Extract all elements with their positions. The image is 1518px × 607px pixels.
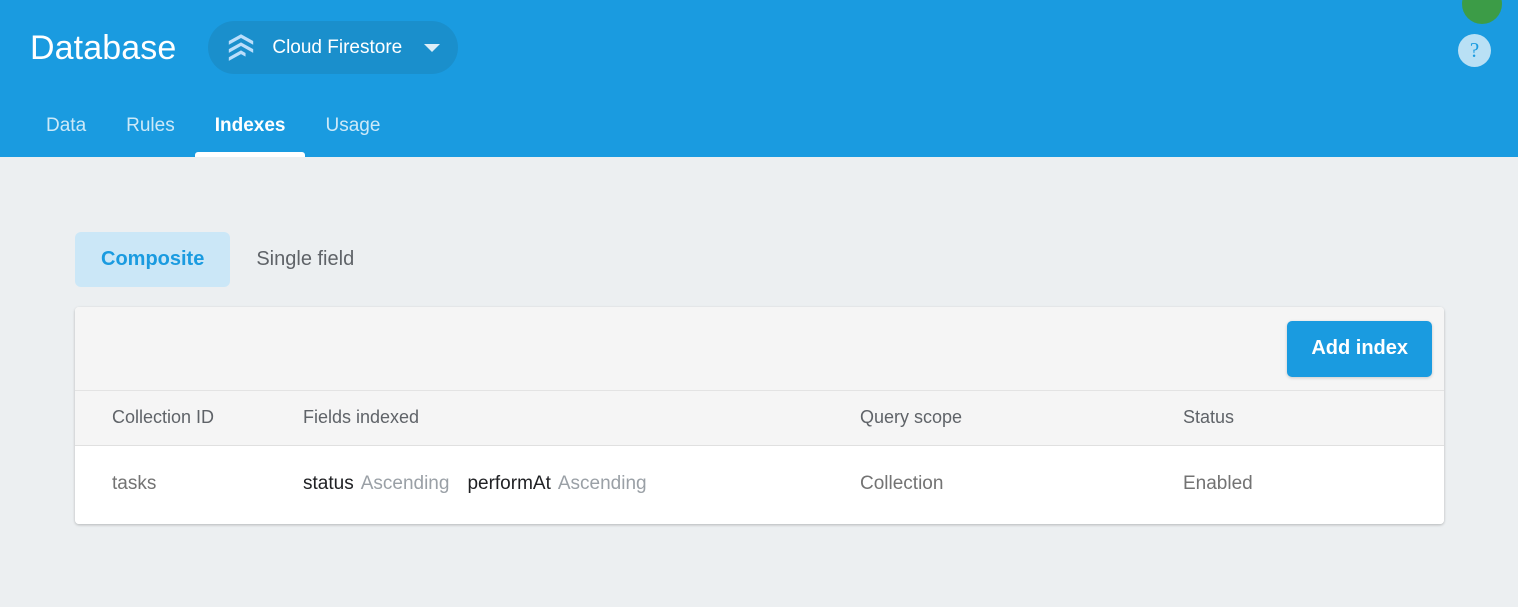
tab-indexes-label: Indexes	[215, 115, 286, 137]
chevron-down-icon	[424, 44, 440, 52]
table-body: tasks status Ascending performAt Ascendi…	[75, 446, 1444, 525]
tab-data-label: Data	[46, 115, 86, 137]
app-header: Database Cloud Firestore ? Data Rules In…	[0, 0, 1518, 157]
field-name: status	[303, 473, 354, 495]
tab-usage[interactable]: Usage	[305, 95, 400, 157]
product-selector[interactable]: Cloud Firestore	[208, 21, 458, 74]
column-header-collection-id[interactable]: Collection ID	[75, 391, 303, 446]
table-header-row: Collection ID Fields indexed Query scope…	[75, 391, 1444, 446]
field-entry: performAt Ascending	[467, 473, 646, 495]
indexes-table: Collection ID Fields indexed Query scope…	[75, 390, 1444, 524]
help-button[interactable]: ?	[1458, 34, 1491, 67]
main-content: Composite Single field Add index Collect…	[0, 157, 1518, 607]
toggle-composite[interactable]: Composite	[75, 232, 230, 287]
tab-indexes[interactable]: Indexes	[195, 95, 306, 157]
card-toolbar: Add index	[75, 307, 1444, 390]
index-type-toggle: Composite Single field	[75, 232, 380, 287]
tab-rules-label: Rules	[126, 115, 175, 137]
header-top-row: Database Cloud Firestore	[0, 0, 1518, 95]
help-icon: ?	[1470, 40, 1479, 61]
field-order: Ascending	[558, 473, 647, 495]
table-header: Collection ID Fields indexed Query scope…	[75, 391, 1444, 446]
fields-list: status Ascending performAt Ascending	[303, 473, 860, 495]
firestore-layers-icon	[224, 31, 258, 65]
cell-fields-indexed: status Ascending performAt Ascending	[303, 446, 860, 525]
field-order: Ascending	[361, 473, 450, 495]
tab-rules[interactable]: Rules	[106, 95, 195, 157]
column-header-fields-indexed[interactable]: Fields indexed	[303, 391, 860, 446]
table-row[interactable]: tasks status Ascending performAt Ascendi…	[75, 446, 1444, 525]
toggle-single-field[interactable]: Single field	[230, 232, 380, 287]
cell-status: Enabled	[1183, 446, 1444, 525]
product-selector-label: Cloud Firestore	[272, 37, 402, 59]
page-title: Database	[30, 28, 176, 68]
column-header-query-scope[interactable]: Query scope	[860, 391, 1183, 446]
tab-data[interactable]: Data	[26, 95, 106, 157]
field-entry: status Ascending	[303, 473, 449, 495]
indexes-card: Add index Collection ID Fields indexed Q…	[75, 307, 1444, 524]
tab-usage-label: Usage	[325, 115, 380, 137]
column-header-status[interactable]: Status	[1183, 391, 1444, 446]
add-index-button[interactable]: Add index	[1287, 321, 1432, 377]
primary-tabs: Data Rules Indexes Usage	[0, 95, 400, 157]
cell-collection-id: tasks	[75, 446, 303, 525]
field-name: performAt	[467, 473, 550, 495]
cell-query-scope: Collection	[860, 446, 1183, 525]
